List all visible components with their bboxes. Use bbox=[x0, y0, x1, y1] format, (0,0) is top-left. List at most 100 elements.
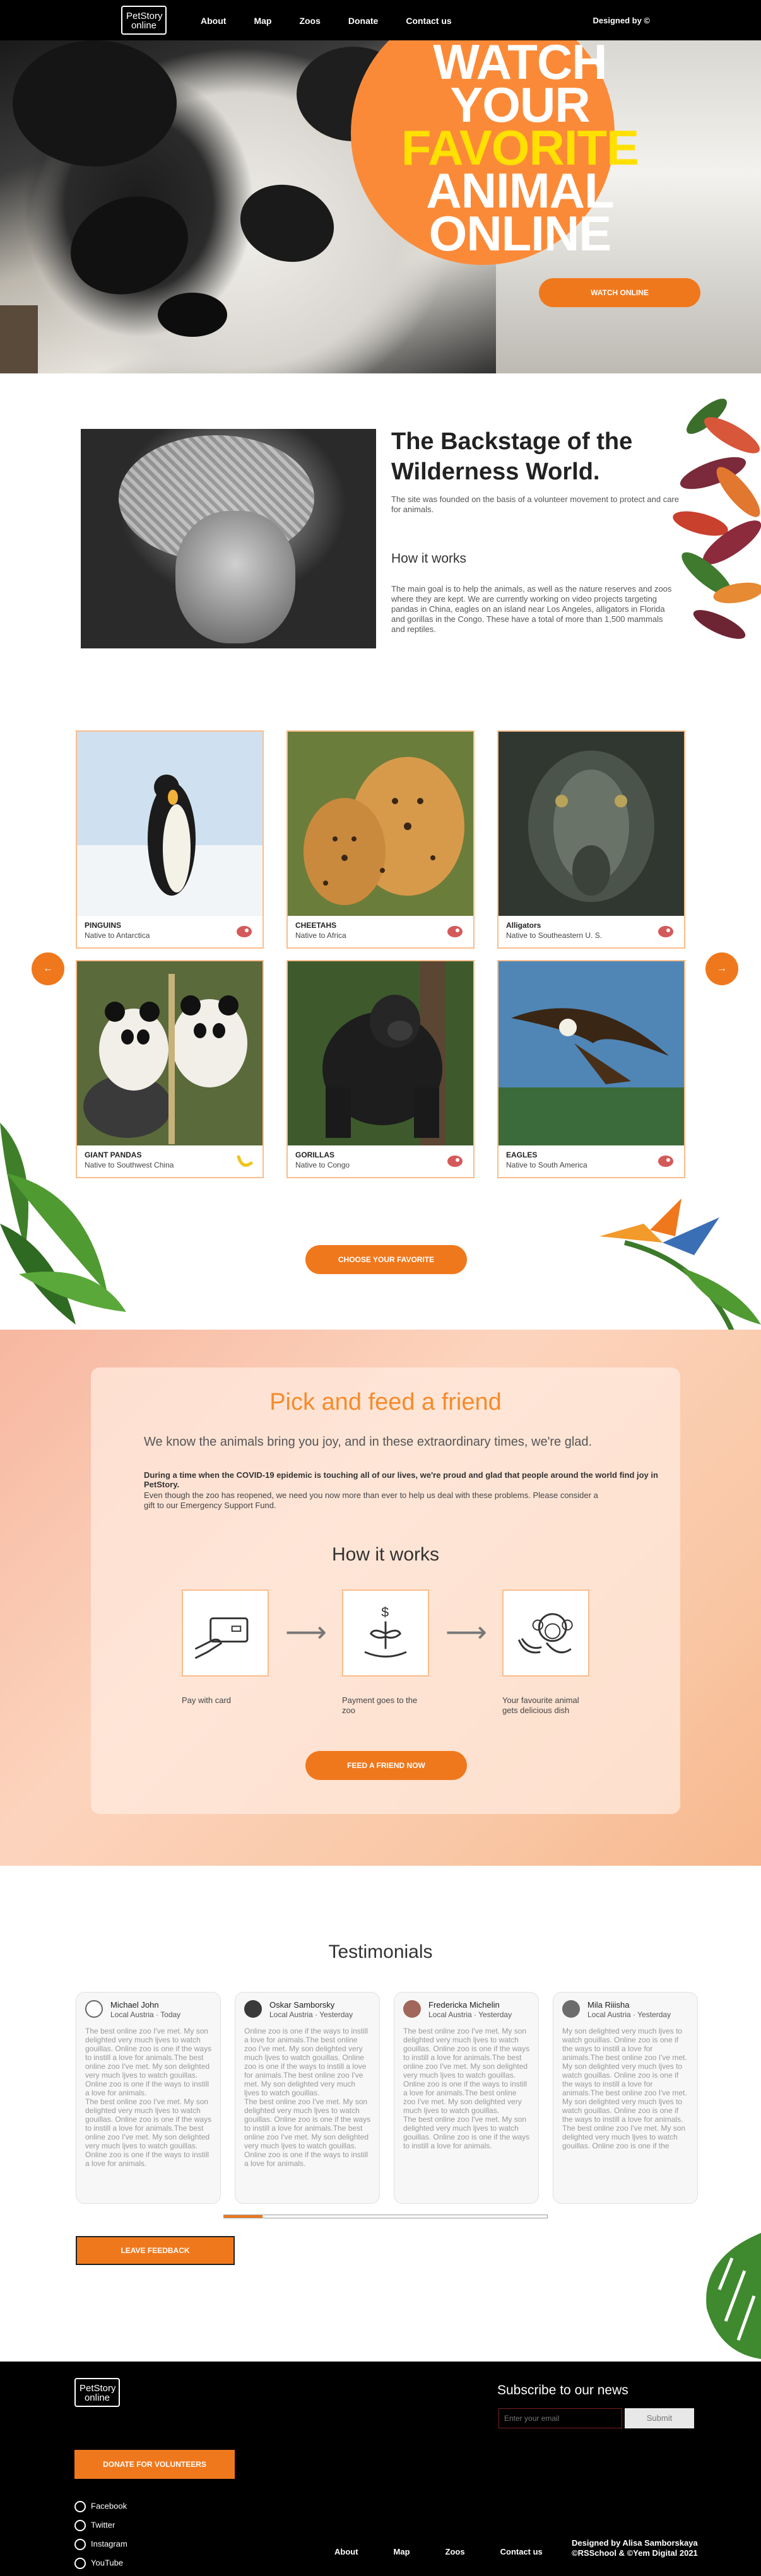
testimonial-card: Fredericka Michelin Local Austria · Yest… bbox=[394, 1992, 539, 2204]
footer-nav-about[interactable]: About bbox=[334, 2547, 358, 2556]
watch-online-button[interactable]: WATCH ONLINE bbox=[539, 278, 700, 307]
banana-icon bbox=[233, 1152, 255, 1171]
footer-logo[interactable]: PetStory online bbox=[74, 2378, 120, 2407]
footer-nav: About Map Zoos Contact us bbox=[334, 2547, 578, 2556]
nav-contact[interactable]: Contact us bbox=[406, 16, 451, 26]
leave-feedback-button[interactable]: LEAVE FEEDBACK bbox=[76, 2236, 235, 2265]
decorative-monstera-leaf bbox=[706, 2233, 761, 2359]
animal-card[interactable]: PINGUINS Native to Antarctica bbox=[76, 730, 264, 949]
alligator-photo bbox=[498, 732, 684, 916]
footer-credits: Designed by Alisa Samborskaya ©RSSchool … bbox=[572, 2538, 698, 2558]
testimonial-name: Michael John bbox=[110, 2000, 159, 2010]
nav-about[interactable]: About bbox=[201, 16, 226, 26]
nav-donate[interactable]: Donate bbox=[348, 16, 378, 26]
testimonial-name: Mila Riiisha bbox=[587, 2000, 630, 2010]
feed-title: Pick and feed a friend bbox=[269, 1389, 502, 1415]
logo-line2: online bbox=[84, 2392, 110, 2403]
testimonial-text: The best online zoo I've met. My son del… bbox=[403, 2027, 530, 2150]
backstage-description: The main goal is to help the animals, as… bbox=[391, 584, 672, 634]
animal-card[interactable]: GORILLAS Native to Congo bbox=[286, 960, 475, 1178]
testimonial-meta: Local Austria · Yesterday bbox=[269, 2010, 353, 2019]
logo[interactable]: PetStory online bbox=[121, 6, 167, 35]
backstage-subtitle: How it works bbox=[391, 551, 467, 566]
site-header: PetStory online About Map Zoos Donate Co… bbox=[0, 0, 761, 40]
animal-name: EAGLES bbox=[506, 1150, 538, 1159]
animal-name: GORILLAS bbox=[295, 1150, 334, 1159]
animal-native: Native to Congo bbox=[295, 1161, 350, 1169]
monkey-banana-icon bbox=[517, 1613, 573, 1654]
backstage-title: The Backstage of the Wilderness World. bbox=[391, 428, 633, 485]
facebook-icon bbox=[74, 2501, 86, 2512]
animal-native: Native to South America bbox=[506, 1161, 587, 1169]
scrollbar-thumb[interactable] bbox=[224, 2215, 263, 2218]
animal-card[interactable]: Alligators Native to Southeastern U. S. bbox=[497, 730, 685, 949]
testimonial-name: Fredericka Michelin bbox=[428, 2000, 500, 2010]
credit-designer: Designed by Alisa Samborskaya bbox=[572, 2538, 698, 2548]
animal-native: Native to Southeastern U. S. bbox=[506, 931, 603, 940]
logo-line1: PetStory bbox=[80, 2383, 116, 2394]
testimonial-text: My son delighted very much ljves to watc… bbox=[562, 2027, 687, 2150]
decorative-bird-of-paradise bbox=[599, 1198, 761, 1331]
credit-card-icon bbox=[194, 1617, 249, 1660]
testimonial-card: Oskar Samborsky Local Austria · Yesterda… bbox=[235, 1992, 380, 2204]
social-twitter[interactable]: Twitter bbox=[74, 2520, 115, 2531]
submit-button[interactable]: Submit bbox=[625, 2408, 694, 2428]
donate-button[interactable]: DONATE FOR VOLUNTEERS bbox=[74, 2450, 235, 2479]
page: PetStory online About Map Zoos Donate Co… bbox=[0, 0, 761, 2576]
step-label: Pay with card bbox=[182, 1695, 232, 1705]
animal-name: CHEETAHS bbox=[295, 921, 337, 930]
arrow-right-icon: ⟶ bbox=[285, 1615, 327, 1648]
testimonial-card: Mila Riiisha Local Austria · Yesterday M… bbox=[553, 1992, 698, 2204]
email-input[interactable] bbox=[498, 2408, 622, 2428]
site-footer: PetStory online Subscribe to our news Su… bbox=[0, 2362, 761, 2576]
social-instagram[interactable]: Instagram bbox=[74, 2539, 127, 2550]
footer-nav-contact[interactable]: Contact us bbox=[500, 2547, 543, 2556]
animal-native: Native to Africa bbox=[295, 931, 346, 940]
twitter-icon bbox=[74, 2520, 86, 2531]
footer-nav-map[interactable]: Map bbox=[394, 2547, 410, 2556]
testimonial-text: The best online zoo I've met. My son del… bbox=[85, 2027, 212, 2168]
money-plant-icon: $ bbox=[364, 1605, 407, 1658]
subscribe-title: Subscribe to our news bbox=[497, 2383, 628, 2397]
nav-zoos[interactable]: Zoos bbox=[299, 16, 320, 26]
penguin-photo bbox=[77, 732, 263, 916]
social-label: Twitter bbox=[91, 2520, 115, 2530]
social-facebook[interactable]: Facebook bbox=[74, 2501, 127, 2512]
testimonials-scrollbar[interactable] bbox=[223, 2215, 548, 2218]
carousel-next-button[interactable]: → bbox=[705, 952, 738, 985]
feed-paragraph-2: Even though the zoo has reopened, we nee… bbox=[144, 1490, 598, 1510]
backstage-text: The site was founded on the basis of a v… bbox=[391, 495, 679, 514]
avatar bbox=[562, 2000, 580, 2018]
logo-line2: online bbox=[131, 20, 157, 31]
feed-friend-button[interactable]: FEED A FRIEND NOW bbox=[305, 1751, 467, 1780]
animal-card[interactable]: EAGLES Native to South America bbox=[497, 960, 685, 1178]
credit-copyright: ©RSSchool & ©Yem Digital 2021 bbox=[572, 2548, 698, 2558]
step-label: Your favourite animal gets delicious dis… bbox=[502, 1695, 579, 1715]
designed-by[interactable]: Designed by © bbox=[593, 16, 651, 25]
step-payment-zoo: $ bbox=[342, 1590, 429, 1677]
nav-map[interactable]: Map bbox=[254, 16, 271, 26]
carousel-prev-button[interactable]: ← bbox=[32, 952, 64, 985]
animal-card[interactable]: CHEETAHS Native to Africa bbox=[286, 730, 475, 949]
decorative-leaves-left bbox=[0, 1123, 126, 1325]
backstage-photo bbox=[81, 429, 376, 648]
logo-line1: PetStory bbox=[126, 11, 163, 21]
feed-how-it-works: How it works bbox=[331, 1544, 440, 1565]
choose-favorite-button[interactable]: CHOOSE YOUR FAVORITE bbox=[305, 1245, 467, 1274]
instagram-icon bbox=[74, 2539, 86, 2550]
cheetah-photo bbox=[288, 732, 473, 916]
social-label: Instagram bbox=[91, 2539, 127, 2549]
footer-nav-zoos[interactable]: Zoos bbox=[445, 2547, 465, 2556]
step-label: Payment goes to the zoo bbox=[342, 1695, 418, 1715]
meat-icon bbox=[655, 1152, 676, 1171]
feed-lead: We know the animals bring you joy, and i… bbox=[144, 1435, 593, 1449]
animal-native: Native to Antarctica bbox=[85, 931, 150, 940]
decorative-leaves-right bbox=[673, 399, 761, 639]
hero-title: WATCH YOUR FAVORITE ANIMAL ONLINE bbox=[362, 37, 678, 258]
social-youtube[interactable]: YouTube bbox=[74, 2558, 123, 2569]
meat-icon bbox=[233, 922, 255, 941]
meat-icon bbox=[655, 922, 676, 941]
testimonial-text: Online zoo is one if the ways to instill… bbox=[244, 2027, 371, 2168]
meat-icon bbox=[444, 922, 466, 941]
social-label: Facebook bbox=[91, 2501, 127, 2511]
